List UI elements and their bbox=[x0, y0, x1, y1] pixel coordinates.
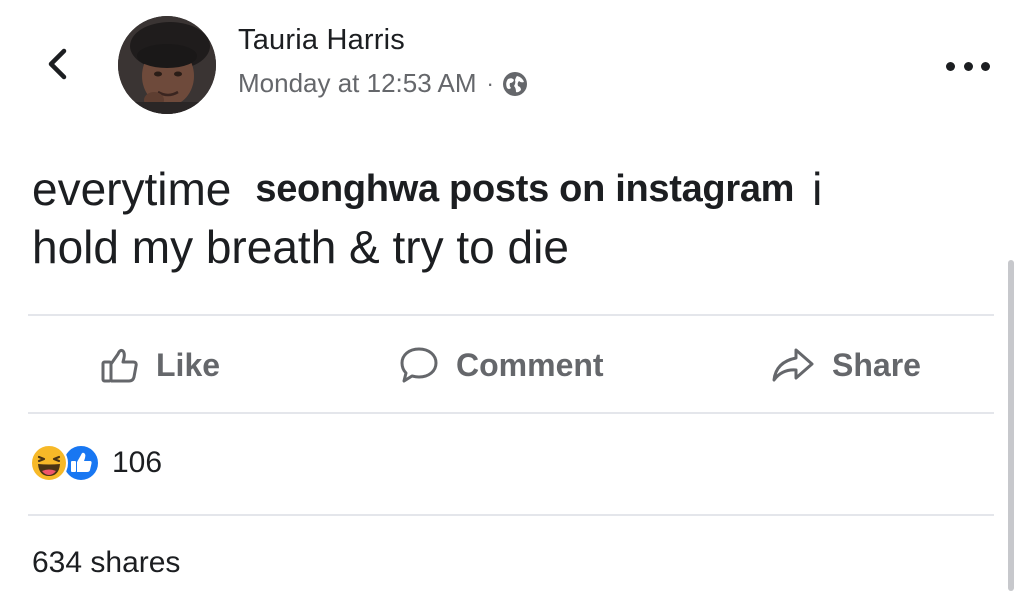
shares-count[interactable]: 634 shares bbox=[32, 546, 180, 580]
reaction-summary[interactable]: 106 bbox=[30, 444, 162, 482]
post-timestamp[interactable]: Monday at 12:53 AM bbox=[238, 68, 476, 99]
avatar[interactable] bbox=[118, 16, 216, 114]
post-line-1: everytime seonghwa posts on instagram i bbox=[32, 160, 992, 218]
reaction-count: 106 bbox=[112, 446, 163, 479]
back-button[interactable] bbox=[40, 44, 74, 84]
like-label: Like bbox=[156, 346, 221, 383]
chevron-left-icon bbox=[48, 48, 67, 80]
thumbs-up-icon bbox=[100, 345, 140, 385]
share-button[interactable]: Share bbox=[770, 340, 921, 390]
post-text-end: i bbox=[812, 163, 823, 215]
facebook-post-view: Tauria Harris Monday at 12:53 AM · every… bbox=[0, 0, 1024, 591]
like-button[interactable]: Like bbox=[100, 340, 220, 390]
comment-label: Comment bbox=[456, 346, 604, 383]
profile-photo bbox=[118, 16, 216, 114]
comment-button[interactable]: Comment bbox=[398, 340, 604, 390]
globe-icon[interactable] bbox=[502, 71, 528, 97]
share-arrow-icon bbox=[770, 345, 816, 385]
haha-reaction-icon bbox=[30, 444, 68, 482]
post-text: everytime seonghwa posts on instagram i ho… bbox=[32, 160, 992, 276]
overlay-text: seonghwa posts on instagram bbox=[255, 168, 795, 210]
divider-top bbox=[28, 314, 994, 316]
post-text-start: everytime bbox=[32, 163, 232, 215]
post-line-2: hold my breath & try to die bbox=[32, 221, 569, 273]
comment-icon bbox=[398, 345, 440, 385]
more-horizontal-icon bbox=[946, 61, 990, 71]
more-options-button[interactable] bbox=[946, 56, 990, 76]
meta-separator: · bbox=[486, 70, 494, 96]
divider-middle bbox=[28, 412, 994, 414]
post-meta: Monday at 12:53 AM · bbox=[238, 68, 528, 99]
author-name[interactable]: Tauria Harris bbox=[238, 24, 405, 57]
share-label: Share bbox=[832, 346, 921, 383]
scrollbar[interactable] bbox=[1008, 260, 1014, 591]
divider-bottom bbox=[28, 514, 994, 516]
